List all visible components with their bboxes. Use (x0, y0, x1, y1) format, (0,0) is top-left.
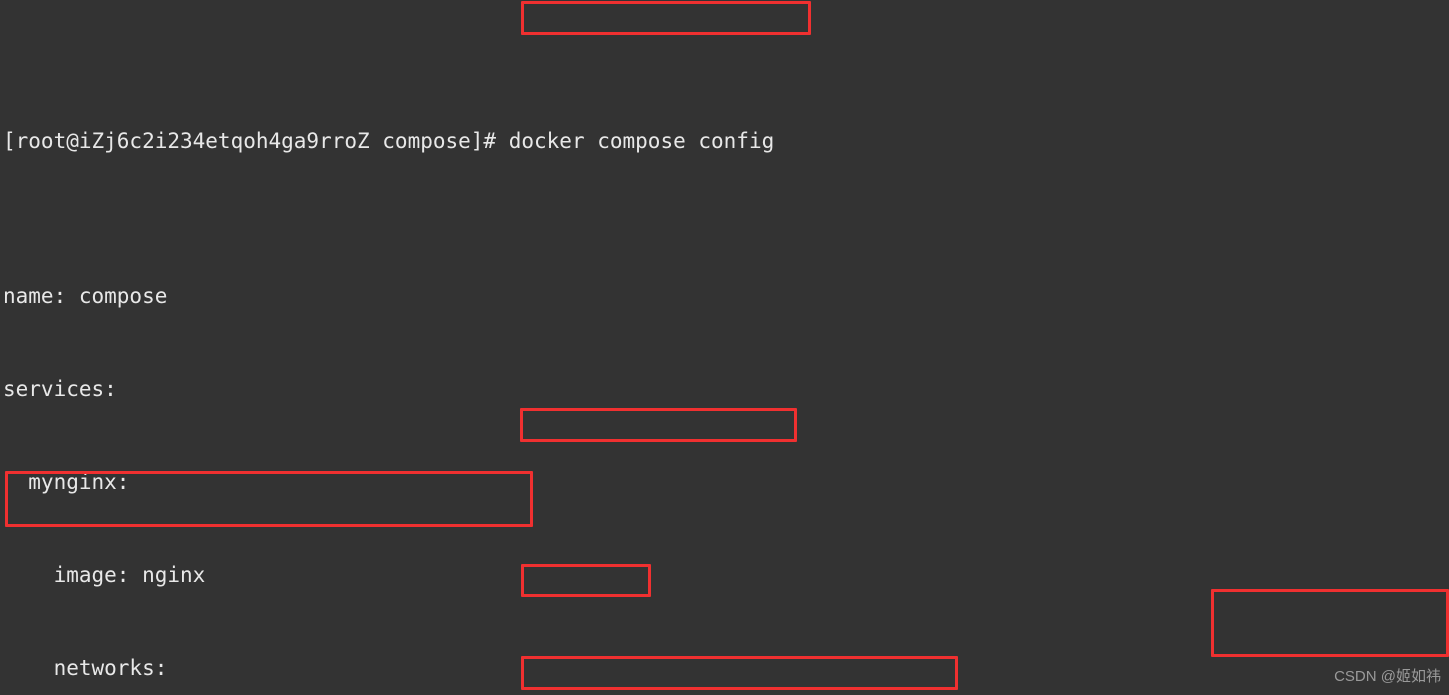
terminal-screen: [root@iZj6c2i234etqoh4ga9rroZ compose]# … (0, 0, 1394, 695)
watermark: CSDN @姬如祎 (1334, 668, 1441, 685)
config-output-line-1: name: compose (3, 284, 168, 308)
command-text-config: docker compose config (508, 129, 775, 153)
config-output-line-4: image: nginx (3, 563, 206, 587)
config-output-line-2: services: (3, 377, 117, 401)
config-output-line-3: mynginx: (3, 470, 130, 494)
shell-prompt: [root@iZj6c2i234etqoh4ga9rroZ compose]# (3, 129, 509, 153)
command-line-config: [root@iZj6c2i234etqoh4ga9rroZ compose]# … (3, 126, 1394, 157)
config-output-line-5: networks: (3, 656, 168, 680)
terminal-window[interactable]: [root@iZj6c2i234etqoh4ga9rroZ compose]# … (0, 0, 1449, 695)
